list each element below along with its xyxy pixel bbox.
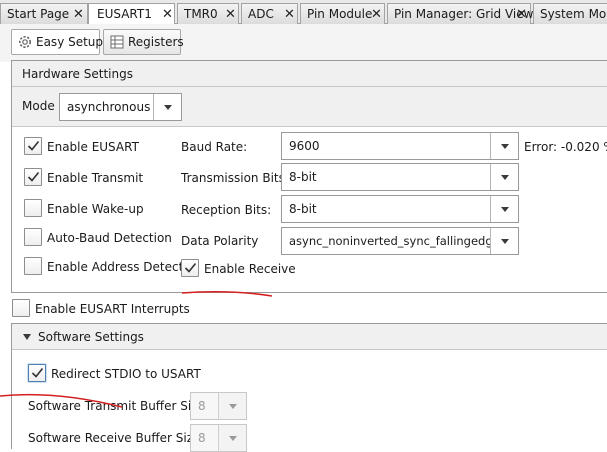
baud-error-text: Error: -0.020 %	[524, 140, 607, 154]
tx-buffer-size-value: 8	[198, 399, 206, 413]
checkmark-icon	[27, 140, 40, 151]
enable-address-detect-label: Enable Address Detect	[47, 260, 184, 274]
chevron-down-icon[interactable]	[490, 164, 518, 190]
close-icon[interactable]: ✕	[284, 7, 295, 22]
auto-baud-detection-checkbox[interactable]	[24, 228, 42, 246]
checkmark-icon	[27, 171, 40, 182]
chevron-down-icon[interactable]	[490, 228, 518, 254]
enable-eusart-checkbox[interactable]	[24, 137, 42, 155]
enable-eusart-interrupts-label: Enable EUSART Interrupts	[35, 302, 190, 316]
collapse-triangle-icon[interactable]	[22, 333, 32, 341]
enable-receive-checkbox[interactable]	[181, 259, 199, 277]
close-icon[interactable]: ✕	[162, 7, 173, 22]
mode-select[interactable]: asynchronous	[59, 93, 182, 121]
mode-label: Mode	[22, 99, 55, 113]
chevron-down-icon[interactable]	[490, 133, 518, 159]
tab-label: Pin Manager: Grid View	[394, 7, 534, 21]
checkmark-icon	[31, 367, 44, 378]
close-icon[interactable]: ✕	[73, 7, 84, 22]
tab-label: Easy Setup	[36, 35, 104, 49]
section-title: Software Settings	[38, 330, 144, 344]
close-icon[interactable]: ✕	[371, 7, 382, 22]
tab-label: TMR0	[184, 7, 218, 21]
data-polarity-value: async_noninverted_sync_fallingedge	[289, 234, 500, 248]
tab-label: Registers	[128, 35, 184, 49]
transmission-bits-value: 8-bit	[289, 170, 317, 184]
enable-wake-up-checkbox[interactable]	[24, 199, 42, 217]
tab-system-module[interactable]: System Module	[533, 3, 607, 24]
mode-row: Mode asynchronous	[12, 87, 607, 127]
redirect-stdio-checkbox[interactable]	[28, 364, 46, 382]
editor-tab-strip: Start Page ✕ EUSART1 ✕ TMR0 ✕ ADC ✕ Pin …	[0, 0, 607, 25]
chevron-down-icon[interactable]	[153, 94, 181, 120]
rx-buffer-size-label: Software Receive Buffer Size	[28, 431, 201, 445]
chevron-down-icon[interactable]	[218, 425, 246, 451]
gear-icon	[19, 36, 31, 48]
redirect-stdio-label: Redirect STDIO to USART	[51, 367, 201, 381]
data-polarity-label: Data Polarity	[181, 234, 259, 248]
tab-start-page[interactable]: Start Page ✕	[0, 3, 88, 24]
register-table-icon	[110, 35, 124, 49]
mode-value: asynchronous	[67, 100, 151, 114]
tab-easy-setup[interactable]: Easy Setup	[11, 29, 104, 55]
baud-rate-select[interactable]: 9600	[281, 132, 519, 160]
annotation-underline-1	[181, 291, 273, 297]
reception-bits-label: Reception Bits:	[181, 203, 272, 217]
enable-wake-up-label: Enable Wake-up	[47, 202, 144, 216]
enable-transmit-checkbox[interactable]	[24, 168, 42, 186]
software-settings-header[interactable]: Software Settings	[12, 324, 607, 350]
close-icon[interactable]: ✕	[516, 7, 527, 22]
tab-label: ADC	[248, 7, 274, 21]
enable-eusart-label: Enable EUSART	[47, 140, 139, 154]
tab-adc[interactable]: ADC ✕	[241, 3, 298, 24]
transmission-bits-select[interactable]: 8-bit	[281, 163, 519, 191]
annotation-underline-2	[0, 393, 123, 408]
data-polarity-select[interactable]: async_noninverted_sync_fallingedge	[281, 227, 519, 255]
tab-label: System Module	[540, 7, 607, 21]
rx-buffer-size-value: 8	[198, 431, 206, 445]
checkmark-icon	[184, 262, 197, 273]
tab-tmr0[interactable]: TMR0 ✕	[177, 3, 239, 24]
enable-receive-label: Enable Receive	[204, 262, 296, 276]
sub-tab-bar: Easy Setup Registers	[0, 24, 607, 62]
tab-pin-manager-grid-view[interactable]: Pin Manager: Grid View ✕	[387, 3, 534, 24]
transmission-bits-label: Transmission Bits:	[181, 171, 289, 185]
tab-eusart1[interactable]: EUSART1 ✕	[88, 3, 175, 25]
enable-transmit-label: Enable Transmit	[47, 171, 144, 185]
enable-address-detect-checkbox[interactable]	[24, 257, 42, 275]
hardware-settings-header: Hardware Settings	[12, 61, 607, 87]
baud-rate-label: Baud Rate:	[181, 140, 248, 154]
tab-registers[interactable]: Registers	[103, 29, 184, 55]
baud-rate-value: 9600	[289, 139, 320, 153]
hardware-settings-panel: Hardware Settings Mode asynchronous Enab…	[11, 60, 607, 293]
chevron-down-icon[interactable]	[218, 393, 246, 419]
close-icon[interactable]: ✕	[225, 7, 236, 22]
tab-label: Start Page	[7, 7, 70, 21]
tab-label: EUSART1	[97, 7, 152, 21]
tab-label: Pin Module	[307, 7, 373, 21]
chevron-down-icon[interactable]	[490, 196, 518, 222]
tx-buffer-size-select[interactable]: 8	[190, 392, 247, 420]
reception-bits-value: 8-bit	[289, 202, 317, 216]
auto-baud-detection-label: Auto-Baud Detection	[47, 231, 172, 245]
rx-buffer-size-select[interactable]: 8	[190, 424, 247, 452]
section-title: Hardware Settings	[22, 67, 133, 81]
reception-bits-select[interactable]: 8-bit	[281, 195, 519, 223]
enable-eusart-interrupts-checkbox[interactable]	[12, 299, 30, 317]
tab-pin-module[interactable]: Pin Module ✕	[300, 3, 385, 24]
